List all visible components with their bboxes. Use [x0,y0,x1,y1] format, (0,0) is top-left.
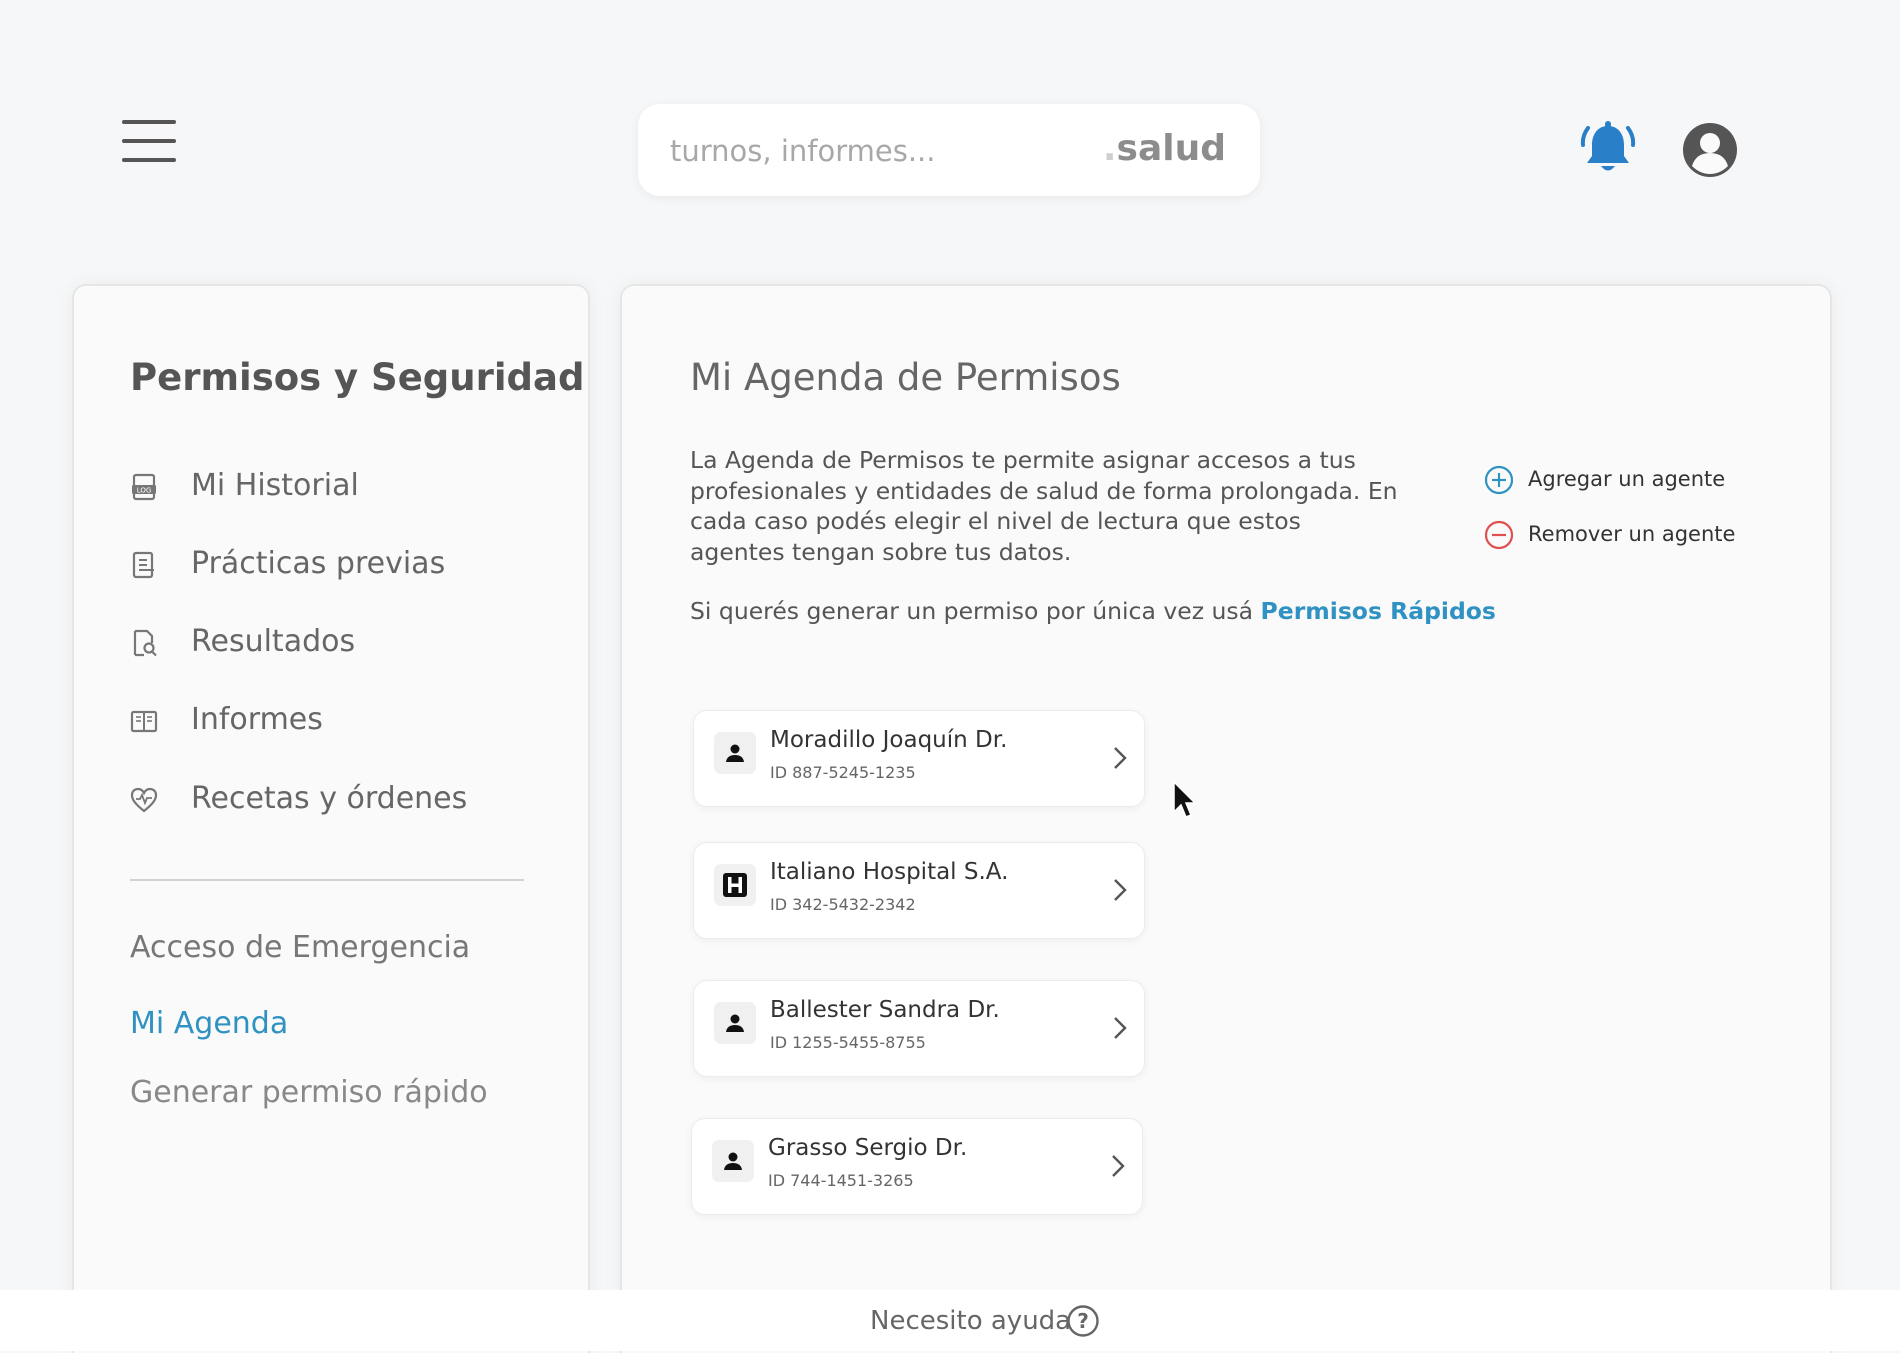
person-icon [714,1002,756,1044]
page-description: La Agenda de Permisos te permite asignar… [690,446,1398,566]
user-circle-icon[interactable] [1682,122,1738,178]
heart-pulse-icon [130,787,158,813]
brand-logo: .salud [1102,128,1226,169]
sidebar-item-practicas[interactable]: Prácticas previas [130,540,530,590]
agent-name: Moradillo Joaquín Dr. [770,727,1008,753]
chevron-right-icon [1114,879,1127,901]
add-agent-button[interactable]: Agregar un agente [1484,461,1764,497]
help-link[interactable]: Necesito ayuda [870,1306,1071,1336]
plus-circle-icon [1484,465,1514,495]
sidebar-item-resultados[interactable]: Resultados [130,618,530,668]
svg-text:?: ? [1077,1309,1089,1333]
agent-name: Grasso Sergio Dr. [768,1135,968,1161]
remove-agent-button[interactable]: Remover un agente [1484,516,1764,552]
log-document-icon: LOG [132,473,156,501]
agent-id: ID 342-5432-2342 [770,895,916,914]
sidebar-title: Permisos y Seguridad [130,356,585,399]
agent-id: ID 744-1451-3265 [768,1171,914,1190]
question-circle-icon[interactable]: ? [1066,1304,1100,1338]
sidebar-link-mi-agenda[interactable]: Mi Agenda [130,1006,288,1041]
hospital-icon [714,864,756,906]
chevron-right-icon [1114,747,1127,769]
sidebar-link-emergencia[interactable]: Acceso de Emergencia [130,930,470,965]
sidebar-link-permiso-rapido[interactable]: Generar permiso rápido [130,1075,488,1110]
sidebar-item-label: Mi Historial [191,468,359,503]
bell-icon[interactable] [1578,118,1638,178]
search-bar: .salud [638,104,1260,196]
add-agent-label: Agregar un agente [1528,467,1726,491]
quick-permission-text: Si querés generar un permiso por única v… [690,597,1496,625]
agent-id: ID 887-5245-1235 [770,763,916,782]
agent-name: Ballester Sandra Dr. [770,997,1000,1023]
remove-agent-label: Remover un agente [1528,522,1736,546]
sidebar-item-informes[interactable]: Informes [130,696,530,746]
agent-id: ID 1255-5455-8755 [770,1033,926,1052]
footer: Necesito ayuda ? [0,1290,1900,1351]
sidebar-item-label: Recetas y órdenes [191,781,468,816]
sidebar-item-historial[interactable]: LOG Mi Historial [130,462,530,512]
page-title: Mi Agenda de Permisos [690,356,1121,399]
person-icon [712,1140,754,1182]
mouse-cursor-icon [1173,780,1197,818]
sidebar-item-label: Resultados [191,624,356,659]
report-book-icon [130,710,158,733]
sidebar-item-recetas[interactable]: Recetas y órdenes [130,775,530,825]
sidebar-item-label: Informes [191,702,323,737]
clipboard-list-icon [132,551,154,579]
chevron-right-icon [1112,1155,1125,1177]
sidebar-divider [130,879,524,881]
quick-permission-link[interactable]: Permisos Rápidos [1261,597,1496,625]
sidebar-item-label: Prácticas previas [191,546,446,581]
file-search-icon [133,629,157,657]
hamburger-menu-icon[interactable] [122,120,176,162]
agent-card[interactable]: Ballester Sandra Dr. ID 1255-5455-8755 [693,980,1145,1077]
agent-card[interactable]: Grasso Sergio Dr. ID 744-1451-3265 [691,1118,1143,1215]
svg-text:LOG: LOG [137,487,152,495]
chevron-right-icon [1114,1017,1127,1039]
search-input[interactable] [668,126,1072,176]
agent-card[interactable]: Moradillo Joaquín Dr. ID 887-5245-1235 [693,710,1145,807]
agent-name: Italiano Hospital S.A. [770,859,1009,885]
minus-circle-icon [1484,520,1514,550]
person-icon [714,732,756,774]
agent-card[interactable]: Italiano Hospital S.A. ID 342-5432-2342 [693,842,1145,939]
